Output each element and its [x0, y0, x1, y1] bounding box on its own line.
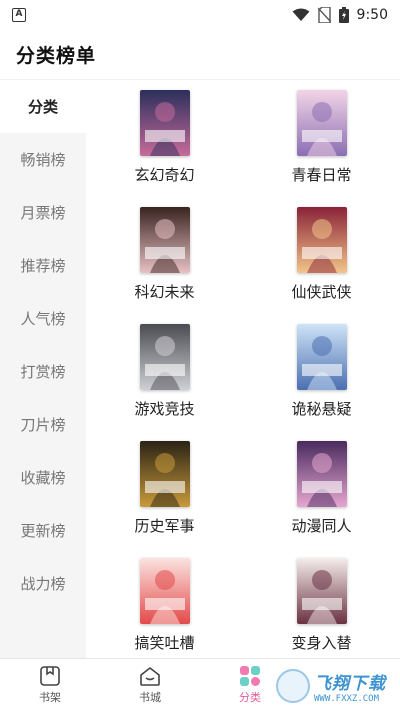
sidebar-item-favorites[interactable]: 收藏榜 — [0, 451, 86, 504]
sidebar-item-popularity[interactable]: 人气榜 — [0, 292, 86, 345]
status-time: 9:50 — [356, 7, 388, 23]
book-cover-image — [296, 441, 347, 507]
tab-label: 分类 — [239, 691, 261, 704]
category-item[interactable]: 玄幻奇幻 — [86, 90, 243, 207]
site-watermark: 飞翔下载 WWW.FXXZ.COM — [276, 664, 394, 708]
bookstore-icon — [140, 667, 160, 686]
sidebar-item-label: 分类 — [27, 98, 58, 116]
book-cover-image — [296, 324, 347, 390]
category-item[interactable]: 仙侠武侠 — [243, 207, 400, 324]
status-bar: A 9:50 — [0, 0, 400, 30]
page-title: 分类榜单 — [16, 45, 97, 67]
sidebar-item-recommend[interactable]: 推荐榜 — [0, 239, 86, 292]
book-cover-image — [296, 207, 347, 273]
sidebar-item-monthly-ticket[interactable]: 月票榜 — [0, 186, 86, 239]
sidebar-item-blade[interactable]: 刀片榜 — [0, 398, 86, 451]
page-header: 分类榜单 — [0, 30, 400, 80]
bookshelf-icon — [40, 666, 60, 686]
category-label: 动漫同人 — [291, 517, 352, 535]
category-item[interactable]: 搞笑吐槽 — [86, 558, 243, 658]
category-icon — [240, 666, 260, 686]
category-label: 青春日常 — [291, 166, 352, 184]
watermark-url: WWW.FXXZ.COM — [314, 693, 380, 704]
sidebar-item-label: 打赏榜 — [20, 363, 66, 381]
category-item[interactable]: 诡秘悬疑 — [243, 324, 400, 441]
category-label: 诡秘悬疑 — [291, 400, 352, 418]
tab-bookstore[interactable]: 书城 — [100, 659, 200, 711]
category-item[interactable]: 变身入替 — [243, 558, 400, 658]
category-content: 玄幻奇幻 青春日常科幻未来 仙侠武侠游戏竞技 诡秘悬疑历史军事 动漫同人搞笑吐槽 变身入替 — [86, 80, 400, 658]
category-label: 搞笑吐槽 — [134, 634, 195, 652]
sidebar-item-label: 月票榜 — [20, 204, 66, 222]
category-item[interactable]: 科幻未来 — [86, 207, 243, 324]
tab-label: 书架 — [39, 691, 61, 704]
category-label: 玄幻奇幻 — [134, 166, 195, 184]
category-label: 历史军事 — [134, 517, 195, 535]
watermark-title: 飞翔下载 — [314, 673, 386, 694]
sidebar-item-label: 更新榜 — [20, 522, 66, 540]
sidebar-item-label: 收藏榜 — [20, 469, 66, 487]
sidebar-item-tipping[interactable]: 打赏榜 — [0, 345, 86, 398]
category-label: 游戏竞技 — [134, 400, 195, 418]
book-cover-image — [139, 441, 190, 507]
sidebar-item-bestseller[interactable]: 畅销榜 — [0, 133, 86, 186]
sidebar-item-updates[interactable]: 更新榜 — [0, 504, 86, 557]
category-label: 仙侠武侠 — [291, 283, 352, 301]
category-label: 科幻未来 — [134, 283, 195, 301]
category-label: 变身入替 — [291, 634, 352, 652]
sidebar-item-label: 刀片榜 — [20, 416, 66, 434]
ranking-sidebar: 分类 畅销榜 月票榜 推荐榜 人气榜 打赏榜 刀片榜 收藏榜 更新榜 战力榜 — [0, 80, 86, 658]
book-cover-image — [139, 558, 190, 624]
tab-bookshelf[interactable]: 书架 — [0, 659, 100, 711]
tab-label: 书城 — [139, 691, 161, 704]
sidebar-item-category[interactable]: 分类 — [0, 80, 86, 133]
watermark-logo-icon — [276, 669, 310, 703]
book-cover-image — [296, 90, 347, 156]
book-cover-image — [139, 90, 190, 156]
category-item[interactable]: 青春日常 — [243, 90, 400, 207]
category-item[interactable]: 历史军事 — [86, 441, 243, 558]
sidebar-item-power[interactable]: 战力榜 — [0, 557, 86, 610]
category-item[interactable]: 动漫同人 — [243, 441, 400, 558]
a-badge-icon: A — [12, 8, 26, 22]
sidebar-item-label: 战力榜 — [20, 575, 66, 593]
battery-charging-icon — [338, 7, 349, 23]
book-cover-image — [139, 207, 190, 273]
sidebar-item-label: 推荐榜 — [20, 257, 66, 275]
sidebar-item-label: 畅销榜 — [20, 151, 66, 169]
book-cover-image — [139, 324, 190, 390]
category-item[interactable]: 游戏竞技 — [86, 324, 243, 441]
wifi-icon — [292, 8, 310, 21]
book-cover-image — [296, 558, 347, 624]
no-sim-icon — [317, 7, 331, 23]
sidebar-item-label: 人气榜 — [20, 310, 66, 328]
category-grid: 玄幻奇幻 青春日常科幻未来 仙侠武侠游戏竞技 诡秘悬疑历史军事 动漫同人搞笑吐槽 变身入替 — [86, 80, 400, 658]
